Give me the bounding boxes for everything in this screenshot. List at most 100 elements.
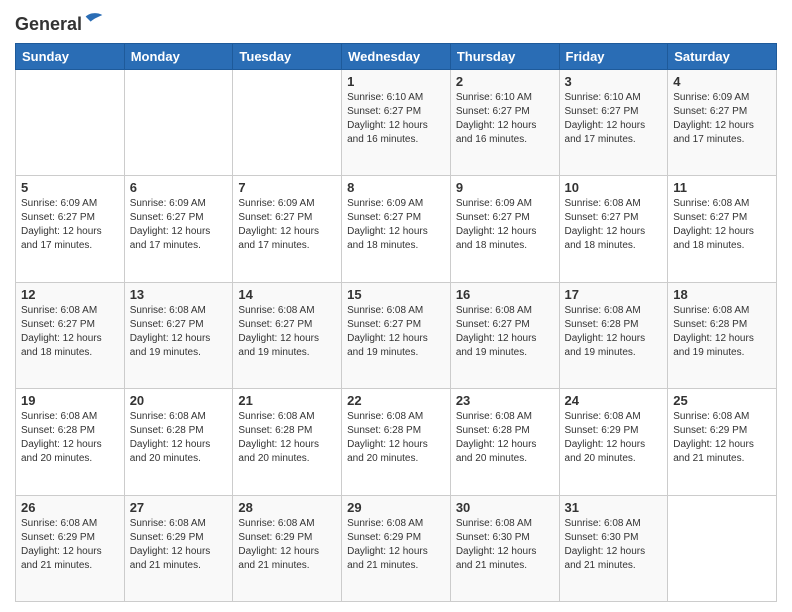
calendar-cell: 11Sunrise: 6:08 AM Sunset: 6:27 PM Dayli…	[668, 176, 777, 282]
calendar-cell: 18 Sunrise: 6:08 AM Sunset: 6:28 PM Dayli…	[668, 282, 777, 388]
day-number: 11	[673, 180, 771, 195]
day-number: 31	[565, 500, 663, 515]
calendar-cell: 4 Sunrise: 6:09 AM Sunset: 6:27 PM Daylig…	[668, 69, 777, 175]
calendar-cell: 9 Sunrise: 6:09 AM Sunset: 6:27 PM Daylig…	[450, 176, 559, 282]
day-info: Sunrise: 6:08 AM Sunset: 6:28 PM Dayligh…	[565, 304, 663, 360]
day-info: Sunrise: 6:08 AM Sunset: 6:27 PM Dayligh…	[130, 304, 228, 360]
day-number: 9	[456, 180, 554, 195]
logo-general: General	[15, 10, 104, 35]
day-number: 30	[456, 500, 554, 515]
calendar-cell: 26 Sunrise: 6:08 AM Sunset: 6:29 PM Dayli…	[16, 495, 125, 601]
day-info: Sunrise: 6:09 AM Sunset: 6:27 PM Dayligh…	[673, 91, 771, 147]
calendar-cell: 1 Sunrise: 6:10 AM Sunset: 6:27 PM Daylig…	[342, 69, 451, 175]
calendar-week-row: 12 Sunrise: 6:08 AM Sunset: 6:27 PM Dayli…	[16, 282, 777, 388]
day-info: Sunrise: 6:08 AM Sunset: 6:29 PM Dayligh…	[21, 517, 119, 573]
calendar-cell: 22Sunrise: 6:08 AM Sunset: 6:28 PM Dayli…	[342, 389, 451, 495]
calendar-cell: 29 Sunrise: 6:08 AM Sunset: 6:29 PM Dayli…	[342, 495, 451, 601]
day-number: 15	[347, 287, 445, 302]
day-info: Sunrise: 6:10 AM Sunset: 6:27 PM Dayligh…	[347, 91, 445, 147]
weekday-header-saturday: Saturday	[668, 43, 777, 69]
day-info: Sunrise: 6:08 AM Sunset: 6:27 PM Dayligh…	[456, 304, 554, 360]
calendar-cell: 10 Sunrise: 6:08 AM Sunset: 6:27 PM Dayli…	[559, 176, 668, 282]
day-number: 17	[565, 287, 663, 302]
day-number: 27	[130, 500, 228, 515]
calendar-cell: 21 Sunrise: 6:08 AM Sunset: 6:28 PM Dayli…	[233, 389, 342, 495]
day-number: 19	[21, 393, 119, 408]
day-info: Sunrise: 6:08 AM Sunset: 6:27 PM Dayligh…	[21, 304, 119, 360]
logo-bird-icon	[84, 10, 104, 30]
page: General SundayMondayTuesdayWednesdayThur…	[0, 0, 792, 612]
day-info: Sunrise: 6:08 AM Sunset: 6:29 PM Dayligh…	[347, 517, 445, 573]
day-number: 1	[347, 74, 445, 89]
weekday-header-row: SundayMondayTuesdayWednesdayThursdayFrid…	[16, 43, 777, 69]
day-number: 28	[238, 500, 336, 515]
day-number: 20	[130, 393, 228, 408]
calendar-week-row: 5Sunrise: 6:09 AM Sunset: 6:27 PM Daylig…	[16, 176, 777, 282]
day-number: 23	[456, 393, 554, 408]
calendar-cell: 31 Sunrise: 6:08 AM Sunset: 6:30 PM Dayli…	[559, 495, 668, 601]
day-number: 6	[130, 180, 228, 195]
day-number: 18	[673, 287, 771, 302]
weekday-header-monday: Monday	[124, 43, 233, 69]
day-info: Sunrise: 6:08 AM Sunset: 6:28 PM Dayligh…	[456, 410, 554, 466]
day-info: Sunrise: 6:08 AM Sunset: 6:28 PM Dayligh…	[673, 304, 771, 360]
calendar-week-row: 1 Sunrise: 6:10 AM Sunset: 6:27 PM Daylig…	[16, 69, 777, 175]
day-info: Sunrise: 6:10 AM Sunset: 6:27 PM Dayligh…	[456, 91, 554, 147]
calendar-cell	[668, 495, 777, 601]
calendar-cell: 24 Sunrise: 6:08 AM Sunset: 6:29 PM Dayli…	[559, 389, 668, 495]
day-number: 24	[565, 393, 663, 408]
calendar-cell: 14Sunrise: 6:08 AM Sunset: 6:27 PM Dayli…	[233, 282, 342, 388]
calendar-cell: 2 Sunrise: 6:10 AM Sunset: 6:27 PM Daylig…	[450, 69, 559, 175]
weekday-header-friday: Friday	[559, 43, 668, 69]
calendar-cell	[16, 69, 125, 175]
day-info: Sunrise: 6:09 AM Sunset: 6:27 PM Dayligh…	[456, 197, 554, 253]
header: General	[15, 10, 777, 35]
calendar-cell: 7Sunrise: 6:09 AM Sunset: 6:27 PM Daylig…	[233, 176, 342, 282]
day-number: 10	[565, 180, 663, 195]
calendar-cell	[233, 69, 342, 175]
day-number: 2	[456, 74, 554, 89]
day-info: Sunrise: 6:08 AM Sunset: 6:27 PM Dayligh…	[565, 197, 663, 253]
day-info: Sunrise: 6:08 AM Sunset: 6:29 PM Dayligh…	[673, 410, 771, 466]
day-info: Sunrise: 6:08 AM Sunset: 6:28 PM Dayligh…	[21, 410, 119, 466]
day-number: 16	[456, 287, 554, 302]
calendar-week-row: 26 Sunrise: 6:08 AM Sunset: 6:29 PM Dayli…	[16, 495, 777, 601]
day-number: 3	[565, 74, 663, 89]
weekday-header-sunday: Sunday	[16, 43, 125, 69]
calendar-cell: 15 Sunrise: 6:08 AM Sunset: 6:27 PM Dayli…	[342, 282, 451, 388]
day-info: Sunrise: 6:08 AM Sunset: 6:29 PM Dayligh…	[130, 517, 228, 573]
day-info: Sunrise: 6:09 AM Sunset: 6:27 PM Dayligh…	[238, 197, 336, 253]
logo-text: General	[15, 10, 104, 35]
day-number: 14	[238, 287, 336, 302]
day-info: Sunrise: 6:08 AM Sunset: 6:29 PM Dayligh…	[565, 410, 663, 466]
day-number: 4	[673, 74, 771, 89]
calendar-cell: 25Sunrise: 6:08 AM Sunset: 6:29 PM Dayli…	[668, 389, 777, 495]
calendar-cell: 27 Sunrise: 6:08 AM Sunset: 6:29 PM Dayli…	[124, 495, 233, 601]
day-number: 22	[347, 393, 445, 408]
calendar-cell: 19 Sunrise: 6:08 AM Sunset: 6:28 PM Dayli…	[16, 389, 125, 495]
day-info: Sunrise: 6:08 AM Sunset: 6:30 PM Dayligh…	[565, 517, 663, 573]
day-number: 21	[238, 393, 336, 408]
calendar-cell: 28Sunrise: 6:08 AM Sunset: 6:29 PM Dayli…	[233, 495, 342, 601]
calendar-cell: 13 Sunrise: 6:08 AM Sunset: 6:27 PM Dayli…	[124, 282, 233, 388]
calendar-cell: 20Sunrise: 6:08 AM Sunset: 6:28 PM Dayli…	[124, 389, 233, 495]
calendar-cell	[124, 69, 233, 175]
day-info: Sunrise: 6:08 AM Sunset: 6:27 PM Dayligh…	[347, 304, 445, 360]
weekday-header-wednesday: Wednesday	[342, 43, 451, 69]
calendar-cell: 23 Sunrise: 6:08 AM Sunset: 6:28 PM Dayli…	[450, 389, 559, 495]
calendar-week-row: 19 Sunrise: 6:08 AM Sunset: 6:28 PM Dayli…	[16, 389, 777, 495]
day-info: Sunrise: 6:09 AM Sunset: 6:27 PM Dayligh…	[21, 197, 119, 253]
day-number: 13	[130, 287, 228, 302]
day-number: 29	[347, 500, 445, 515]
day-number: 12	[21, 287, 119, 302]
day-number: 26	[21, 500, 119, 515]
calendar-cell: 16 Sunrise: 6:08 AM Sunset: 6:27 PM Dayli…	[450, 282, 559, 388]
logo: General	[15, 10, 104, 35]
calendar-cell: 3Sunrise: 6:10 AM Sunset: 6:27 PM Daylig…	[559, 69, 668, 175]
calendar-cell: 5Sunrise: 6:09 AM Sunset: 6:27 PM Daylig…	[16, 176, 125, 282]
calendar-table: SundayMondayTuesdayWednesdayThursdayFrid…	[15, 43, 777, 602]
calendar-cell: 30 Sunrise: 6:08 AM Sunset: 6:30 PM Dayli…	[450, 495, 559, 601]
day-info: Sunrise: 6:08 AM Sunset: 6:28 PM Dayligh…	[238, 410, 336, 466]
day-info: Sunrise: 6:09 AM Sunset: 6:27 PM Dayligh…	[130, 197, 228, 253]
day-info: Sunrise: 6:08 AM Sunset: 6:30 PM Dayligh…	[456, 517, 554, 573]
